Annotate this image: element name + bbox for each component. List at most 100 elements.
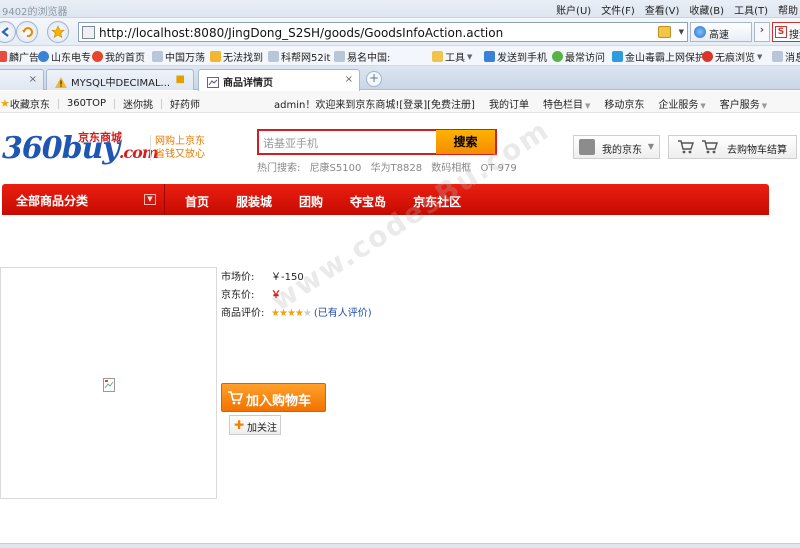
- bookmark-jd-link[interactable]: 收藏京东: [10, 96, 50, 111]
- star-icon: ★: [302, 308, 312, 319]
- go-button[interactable]: ›: [754, 22, 770, 42]
- close-icon[interactable]: ×: [345, 74, 353, 85]
- user-icon: [579, 139, 595, 155]
- new-tab-button[interactable]: +: [366, 71, 382, 87]
- site-logo[interactable]: 京东商城 360buy.com: [2, 131, 159, 175]
- market-price-value: ￥-150: [271, 272, 304, 283]
- fav-folder-tools[interactable]: 工具 ▼: [432, 49, 472, 64]
- nav-home[interactable]: 首页: [185, 193, 209, 210]
- browser-window: 9402的浏览器 账户(U) 文件(F) 查看(V) 收藏(B) 工具(T) 帮…: [0, 0, 800, 548]
- nav-community[interactable]: 京东社区: [413, 193, 461, 210]
- title-bar: 9402的浏览器 账户(U) 文件(F) 查看(V) 收藏(B) 工具(T) 帮…: [0, 0, 800, 18]
- fav-item-sdec[interactable]: 山东电专: [38, 49, 91, 64]
- good-pharmacist-link[interactable]: 好药师: [170, 96, 200, 111]
- nav-group-buy[interactable]: 团购: [299, 193, 323, 210]
- search-button[interactable]: 搜索: [436, 130, 495, 154]
- my-orders-link[interactable]: 我的订单: [489, 96, 529, 111]
- favorite-button[interactable]: [47, 21, 69, 43]
- hot-word-link[interactable]: OT 979: [480, 163, 516, 174]
- fav-item-duba[interactable]: 金山毒霸上网保护: [612, 49, 705, 64]
- star-icon: ★: [0, 97, 10, 110]
- product-detail: 市场价: ￥-150 京东价: ￥ 商品评价: ★★★★★ (已有人评价) 加入购物车 …: [0, 215, 800, 548]
- fav-item-52it[interactable]: 科帮网52it: [268, 49, 330, 64]
- warning-icon: [55, 77, 67, 88]
- chevron-down-icon: ▼: [584, 102, 591, 110]
- plus-icon: ✚: [234, 418, 245, 432]
- weibo-icon: [92, 51, 103, 62]
- fav-item-notfound[interactable]: 无法找到: [210, 49, 263, 64]
- fav-item-incognito[interactable]: 无痕浏览 ▼: [702, 49, 762, 64]
- add-to-cart-button[interactable]: 加入购物车: [221, 383, 326, 412]
- hot-word-link[interactable]: 数码相框: [431, 163, 471, 174]
- fav-item-home[interactable]: 我的首页: [92, 49, 145, 64]
- cart-checkout-button[interactable]: 去购物车结算: [668, 135, 797, 159]
- address-dropdown-icon[interactable]: ▼: [679, 28, 684, 36]
- menu-help[interactable]: 帮助: [778, 2, 798, 17]
- window-title: 9402的浏览器: [2, 7, 68, 18]
- cart-icon: [678, 140, 694, 154]
- enterprise-menu[interactable]: 企业服务 ▼: [658, 96, 705, 111]
- page-favicon-icon: [82, 26, 95, 39]
- folder-icon: ■: [175, 74, 185, 85]
- compat-mode-icon[interactable]: [658, 26, 671, 38]
- nav-apparel[interactable]: 服装城: [236, 193, 272, 210]
- customer-service-menu[interactable]: 客户服务 ▼: [720, 96, 767, 111]
- menu-favorites[interactable]: 收藏(B): [689, 2, 724, 17]
- broken-image-icon: [103, 378, 115, 392]
- page-icon: [207, 77, 219, 88]
- cart-icon: [228, 391, 243, 405]
- page-icon: [334, 51, 345, 62]
- all-categories-menu[interactable]: 全部商品分类 ▼: [2, 184, 165, 215]
- menu-tools[interactable]: 工具(T): [734, 2, 768, 17]
- menu-file[interactable]: 文件(F): [601, 2, 635, 17]
- my-jd-button[interactable]: 我的京东 ▼: [573, 135, 660, 159]
- speed-mode-button[interactable]: 高速: [690, 22, 752, 42]
- top360-link[interactable]: 360TOP: [67, 98, 106, 109]
- browser-search-box[interactable]: S 搜狗: [772, 22, 800, 42]
- tab-mysql-decimal[interactable]: MYSQL中DECIMAL... ■: [46, 69, 194, 90]
- close-icon[interactable]: ×: [29, 74, 37, 85]
- fav-item-wanfang[interactable]: 中国万荡: [152, 49, 205, 64]
- tab-goods-detail[interactable]: 商品详情页 ×: [198, 69, 360, 91]
- fav-item-messages[interactable]: 消息: [772, 49, 800, 64]
- page-icon: [152, 51, 163, 62]
- star-icon: ★: [278, 308, 288, 319]
- mobile-jd-link[interactable]: 移动京东: [604, 96, 644, 111]
- cart-icon: [702, 140, 718, 154]
- menu-view[interactable]: 查看(V): [645, 2, 680, 17]
- fav-item-send-phone[interactable]: 发送到手机: [484, 49, 547, 64]
- menu-account[interactable]: 账户(U): [556, 2, 591, 17]
- thumb-icon: [210, 51, 221, 62]
- folder-icon: [432, 51, 443, 62]
- star-icon: ★: [271, 308, 280, 319]
- market-price-label: 市场价:: [221, 272, 255, 283]
- mini-price-link[interactable]: 迷你挑: [123, 96, 153, 111]
- nav-treasure-island[interactable]: 夺宝岛: [350, 193, 386, 210]
- undo-button[interactable]: [16, 21, 38, 43]
- status-bar: [0, 543, 800, 548]
- follow-button[interactable]: ✚ 加关注: [229, 415, 281, 435]
- main-nav: 全部商品分类 ▼ 首页 服装城 团购 夺宝岛 京东社区: [2, 184, 769, 215]
- back-button[interactable]: [0, 21, 16, 43]
- fav-item-most-visited[interactable]: 最常访问: [552, 49, 605, 64]
- hot-word-link[interactable]: 华为T8828: [371, 163, 423, 174]
- favorites-bar: 麟广告 山东电专 我的首页 中国万荡 无法找到 科帮网52it 易名中国: 工具…: [0, 46, 800, 66]
- rating-stars: ★★★★★: [271, 305, 312, 323]
- register-link[interactable]: [免费注册]: [427, 100, 475, 111]
- address-url[interactable]: http://localhost:8080/JingDong_S2SH/good…: [99, 26, 503, 40]
- rating-label: 商品评价:: [221, 308, 265, 319]
- login-link[interactable]: [登录]: [399, 100, 427, 111]
- hot-word-link[interactable]: 尼康S5100: [310, 163, 362, 174]
- page-icon: [268, 51, 279, 62]
- address-bar[interactable]: http://localhost:8080/JingDong_S2SH/good…: [78, 22, 688, 42]
- logo-mark: 360buy.com: [2, 131, 159, 166]
- fav-item-ename[interactable]: 易名中国:: [334, 49, 390, 64]
- globe-icon: [694, 26, 706, 38]
- product-info: 市场价: ￥-150 京东价: ￥ 商品评价: ★★★★★ (已有人评价): [221, 269, 372, 323]
- tab-blank[interactable]: ×: [0, 69, 44, 90]
- chevron-down-icon: ▼: [144, 194, 156, 205]
- featured-menu[interactable]: 特色栏目 ▼: [543, 96, 590, 111]
- fav-item-ad[interactable]: 麟广告: [0, 49, 39, 64]
- review-link[interactable]: (已有人评价): [314, 305, 372, 323]
- divider: [113, 98, 115, 109]
